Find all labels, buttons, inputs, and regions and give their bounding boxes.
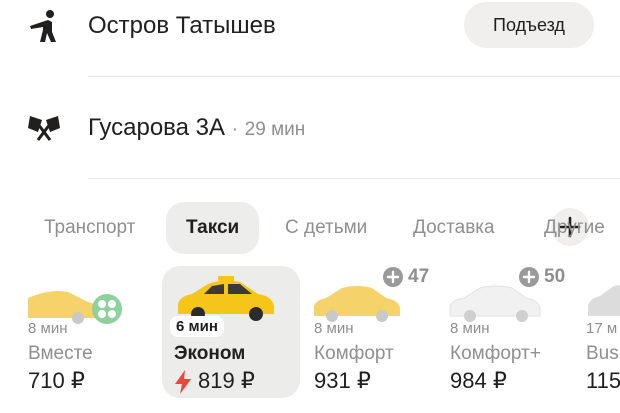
route-separator: ·	[231, 119, 239, 140]
tariff-name: Bus	[586, 343, 619, 364]
tariff-price: 710 ₽	[28, 368, 85, 393]
tariff-eta: 8 мин	[450, 320, 490, 337]
tab-transport[interactable]: Транспорт	[44, 202, 135, 254]
tariff-card-business[interactable]: 17 м Bus 115	[578, 266, 620, 398]
route-eta: 29 мин	[244, 119, 306, 140]
tariff-card-comfort[interactable]: 47 8 мин Комфорт 931 ₽	[302, 266, 434, 398]
route-from-address: Остров Татышев	[88, 12, 276, 39]
group-icon	[92, 294, 122, 324]
plus-points-icon	[383, 267, 403, 287]
route-to-row[interactable]: Гусарова 3А · 29 мин	[0, 100, 620, 246]
tariff-eta: 8 мин	[314, 320, 354, 337]
tab-kids[interactable]: С детьми	[285, 202, 367, 254]
bonus-value: 50	[544, 266, 566, 287]
pedestrian-pickup-icon	[30, 10, 56, 42]
bonus-badge: 50	[518, 266, 565, 288]
tariff-name: Эконом	[174, 343, 246, 364]
tariff-eta: 17 м	[586, 320, 618, 337]
tariff-name: Вместе	[28, 343, 93, 364]
category-tabs: Транспорт Такси С детьми Доставка Другие	[0, 202, 620, 254]
tariff-card-comfort-plus[interactable]: 50 8 мин Комфорт+ 984 ₽	[438, 266, 574, 398]
tariff-card-economy[interactable]: 6 мин Эконом 819 ₽	[162, 266, 300, 398]
bottom-fade	[0, 399, 620, 413]
divider	[88, 178, 620, 179]
bonus-value: 47	[408, 266, 430, 287]
tariff-name: Комфорт+	[450, 343, 541, 364]
tab-other[interactable]: Другие	[544, 202, 605, 254]
tab-taxi[interactable]: Такси	[166, 202, 260, 254]
tariff-price: 819 ₽	[198, 368, 255, 393]
plus-points-icon	[519, 267, 539, 287]
divider	[88, 76, 620, 77]
bonus-badge: 47	[382, 266, 429, 288]
tariff-price: 984 ₽	[450, 368, 507, 393]
car-business-icon	[588, 285, 620, 316]
route-to-address: Гусарова 3А	[88, 114, 226, 141]
tariff-eta: 8 мин	[28, 320, 68, 337]
tariff-card-together[interactable]: 8 мин Вместе 710 ₽	[0, 266, 140, 398]
route-from-row[interactable]: Остров Татышев Подъезд	[0, 0, 620, 52]
entrance-button[interactable]: Подъезд	[464, 2, 594, 48]
surge-lightning-icon	[175, 370, 191, 394]
tariff-price: 931 ₽	[314, 368, 371, 393]
tab-delivery[interactable]: Доставка	[413, 202, 495, 254]
route-to-line: Гусарова 3А · 29 мин	[88, 114, 305, 144]
tariff-name: Комфорт	[314, 343, 394, 364]
tariff-eta: 6 мин	[170, 316, 224, 337]
tariff-price: 115	[586, 368, 620, 393]
finish-flags-icon	[28, 116, 60, 141]
